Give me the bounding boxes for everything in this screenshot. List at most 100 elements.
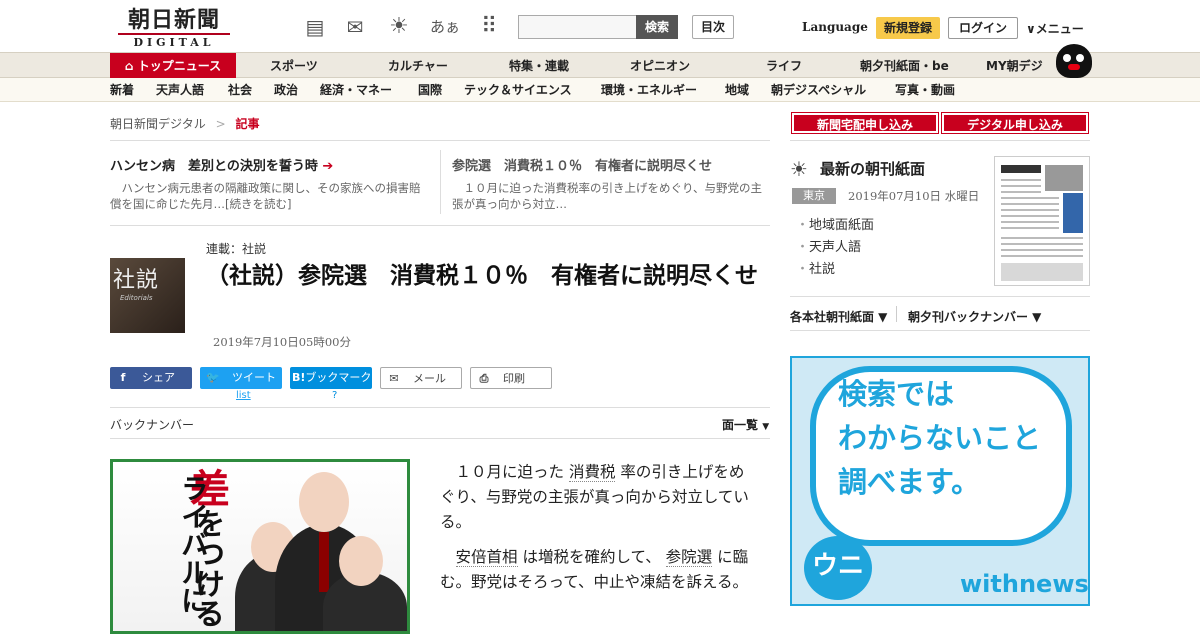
print-icon: ⎙ — [479, 372, 489, 385]
editorial-thumbnail: 社説 Editorials — [110, 258, 185, 333]
article-body: １０月に迫った 消費税 率の引き上げをめぐり、与野党の主張が真っ向から対立してい… — [440, 460, 750, 605]
menu-button[interactable]: ∨メニュー — [1026, 20, 1084, 37]
nav-culture[interactable]: カルチャー — [388, 53, 448, 79]
edition-badge: 東京 — [792, 188, 836, 204]
article-headline: （社説）参院選 消費税１０％ 有権者に説明尽くせ — [206, 263, 758, 289]
language-link[interactable]: Language — [802, 20, 868, 34]
paragraph: １０月に迫った 消費税 率の引き上げをめぐり、与野党の主張が真っ向から対立してい… — [440, 463, 749, 531]
nav2-politics[interactable]: 政治 — [274, 78, 298, 102]
login-button[interactable]: ログイン — [948, 17, 1018, 39]
link-label: 社説 — [809, 262, 836, 277]
mail-share-button[interactable]: ✉ メール — [380, 367, 462, 389]
facebook-icon: f — [120, 371, 126, 384]
caret-down-icon: ▼ — [762, 422, 770, 432]
site-header: 朝日新聞 DIGITAL ▤ ✉ ☀ あぁ ⠿ 検索 目次 Language 新… — [0, 0, 1200, 52]
breadcrumb: 朝日新聞デジタル > 記事 — [110, 115, 260, 132]
related-article-1[interactable]: ハンセン病 差別との決別を誓う時 ➔ ハンセン病元患者の隔離政策に関し、その家族… — [110, 155, 430, 212]
ad-vertical-text: ライバルに — [177, 474, 210, 614]
twitter-list-link[interactable]: list — [236, 390, 251, 401]
toc-button[interactable]: 目次 — [692, 15, 734, 39]
related-article-2[interactable]: 参院選 消費税１０％ 有権者に説明尽くせ １０月に迫った消費税率の引き上げをめぐ… — [452, 155, 770, 212]
nav2-society[interactable]: 社会 — [228, 78, 252, 102]
nav2-special[interactable]: 朝デジスペシャル — [771, 78, 866, 102]
facebook-share-button[interactable]: f シェア — [110, 367, 192, 389]
withnews-copy: 検索では わからないこと 調べます。 — [838, 377, 1042, 499]
mail-icon[interactable]: ✉ — [342, 14, 368, 40]
withnews-ad[interactable]: 検索では わからないこと 調べます。 ウニュ withnews — [790, 356, 1090, 606]
ad-face — [299, 472, 349, 532]
newspaper-delivery-button[interactable]: 新聞宅配申し込み — [791, 112, 939, 134]
hatena-bookmark-button[interactable]: B!ブックマーク — [290, 367, 372, 389]
nav-top-news[interactable]: ⌂ トップニュース — [110, 53, 236, 79]
bullet-icon: ・ — [796, 218, 810, 233]
nav2-region[interactable]: 地域 — [725, 78, 749, 102]
bullet-icon: ・ — [796, 262, 810, 277]
page-list-dropdown[interactable]: 面一覧 ▼ — [722, 416, 769, 433]
font-size-icon[interactable]: あぁ — [430, 14, 460, 40]
nav2-economy[interactable]: 経済・マネー — [320, 78, 392, 102]
print-button[interactable]: ⎙ 印刷 — [470, 367, 552, 389]
grid-icon[interactable]: ⠿ — [476, 14, 502, 40]
twitter-icon: 🐦 — [206, 371, 220, 384]
breadcrumb-current: 記事 — [235, 117, 260, 131]
search-button[interactable]: 検索 — [636, 15, 678, 39]
keyword-link[interactable]: 安倍首相 — [455, 548, 518, 567]
hatena-help-link[interactable]: ? — [332, 390, 337, 401]
hatena-icon: B! — [292, 371, 306, 384]
nav2-tech[interactable]: テック＆サイエンス — [464, 78, 572, 102]
series-label[interactable]: 連載：社説 — [206, 240, 266, 257]
nav2-photo[interactable]: 写真・動画 — [895, 78, 955, 102]
mascot-icon[interactable] — [1056, 44, 1092, 78]
related-title: 参院選 消費税１０％ 有権者に説明尽くせ — [452, 159, 713, 174]
logo-jp: 朝日新聞 — [127, 7, 220, 33]
home-icon: ⌂ — [124, 59, 138, 73]
nav2-new[interactable]: 新着 — [110, 78, 134, 102]
ad-face — [339, 536, 383, 586]
paper-link-tensei[interactable]: ・天声人語 — [796, 236, 861, 255]
logo-en: DIGITAL — [118, 33, 230, 49]
nav-my[interactable]: MY朝デジ — [986, 53, 1043, 79]
link-label: 天声人語 — [809, 240, 862, 255]
secondary-nav: 新着 天声人語 社会 政治 経済・マネー 国際 テック＆サイエンス 環境・エネル… — [0, 78, 1200, 102]
share-label: ブックマーク — [305, 371, 372, 384]
link-label: 地域面紙面 — [809, 218, 875, 233]
related-desc: ハンセン病元患者の隔離政策に関し、その家族への損害賠償を国に命じた先月…[続きを… — [110, 181, 421, 211]
digital-subscribe-button[interactable]: デジタル申し込み — [941, 112, 1089, 134]
back-number-label[interactable]: バックナンバー — [110, 416, 194, 433]
register-button[interactable]: 新規登録 — [876, 17, 940, 39]
paper-link-regional[interactable]: ・地域面紙面 — [796, 214, 874, 233]
back-numbers-dropdown[interactable]: 朝夕刊バックナンバー ▼ — [908, 308, 1041, 325]
ad-banner[interactable]: 差をつける ライバルに — [110, 459, 410, 634]
withnews-logo: withnews — [960, 570, 1089, 598]
regional-papers-dropdown[interactable]: 各本社朝刊紙面 ▼ — [790, 308, 887, 325]
search-input[interactable] — [518, 15, 638, 39]
site-logo[interactable]: 朝日新聞 DIGITAL — [118, 7, 230, 49]
bullet-icon: ・ — [796, 240, 810, 255]
nav-features[interactable]: 特集・連載 — [509, 53, 569, 79]
paper-link-editorial[interactable]: ・社説 — [796, 258, 835, 277]
nav2-environment[interactable]: 環境・エネルギー — [601, 78, 697, 102]
ad-tie — [319, 532, 329, 592]
nav-opinion[interactable]: オピニオン — [630, 53, 690, 79]
weather-icon[interactable]: ☀ — [386, 14, 412, 40]
share-label: ツイート — [232, 371, 276, 384]
share-label: メール — [413, 372, 446, 385]
latest-paper-title: 最新の朝刊紙面 — [820, 160, 926, 178]
newspaper-thumbnail[interactable] — [994, 156, 1090, 286]
nav2-international[interactable]: 国際 — [418, 78, 442, 102]
arrow-right-icon: ➔ — [322, 159, 334, 174]
nav-sports[interactable]: スポーツ — [270, 53, 318, 79]
nav-life[interactable]: ライフ — [766, 53, 802, 79]
share-label: 印刷 — [503, 372, 525, 385]
keyword-link[interactable]: 消費税 — [568, 463, 616, 482]
twitter-share-button[interactable]: 🐦 ツイート — [200, 367, 282, 389]
nav2-tensei[interactable]: 天声人語 — [156, 78, 204, 102]
nav-label: トップニュース — [137, 59, 222, 73]
editorial-image-sub: Editorials — [120, 294, 153, 302]
breadcrumb-home[interactable]: 朝日新聞デジタル — [110, 117, 206, 131]
newspaper-icon[interactable]: ▤ — [302, 14, 328, 40]
sun-icon: ☀ — [790, 157, 808, 181]
keyword-link[interactable]: 参院選 — [665, 548, 713, 567]
editorial-image-title: 社説 — [113, 268, 160, 293]
nav-papers[interactable]: 朝夕刊紙面・be — [860, 53, 949, 79]
